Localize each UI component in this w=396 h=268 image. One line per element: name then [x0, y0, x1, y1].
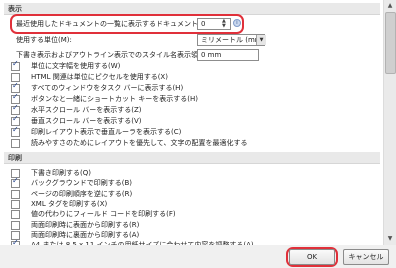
print-option-checkbox[interactable] [11, 199, 21, 209]
check-icon: ✓ [12, 238, 19, 245]
vertical-scrollbar[interactable]: ▲ ▼ [383, 0, 396, 245]
checkbox-box [11, 189, 20, 199]
print-option-label: バックグラウンドで印刷する(B) [31, 179, 132, 188]
print-section-header: 印刷 [4, 152, 380, 164]
ok-button[interactable]: OK [289, 249, 335, 265]
print-option-checkbox[interactable]: ✓ [11, 176, 21, 189]
display-option-checkbox[interactable]: ✓ [11, 125, 21, 137]
scroll-up-icon[interactable]: ▲ [386, 2, 394, 10]
scroll-down-icon[interactable]: ▼ [386, 235, 394, 243]
print-option-label: 両面印刷時に表面から印刷する(R) [31, 220, 140, 229]
units-select[interactable]: ミリメートル (mm) ▼ [197, 34, 266, 46]
display-option-label: 単位に文字幅を使用する(W) [31, 62, 121, 70]
display-option-label: 垂直スクロール バーを表示する(V) [31, 117, 142, 125]
check-icon: ✓ [12, 92, 19, 101]
display-option-label: すべてのウィンドウをタスク バーに表示する(H) [31, 84, 184, 92]
chevron-down-icon[interactable]: ▼ [256, 35, 266, 45]
scrollbar-thumb[interactable] [385, 12, 396, 74]
check-icon: ✓ [12, 125, 19, 134]
check-icon: ✓ [12, 81, 19, 90]
display-option-checkbox[interactable]: ✓ [11, 59, 21, 71]
print-option-label: XML タグを印刷する(X) [31, 199, 108, 208]
display-option-label: 読みやすさのためにレイアウトを優先して、文字の配置を最適化する [31, 139, 248, 147]
print-option-checkbox[interactable] [11, 189, 21, 199]
print-option-label: 両面印刷時に裏面から印刷する(A) [31, 230, 140, 239]
units-value: ミリメートル (mm) [201, 36, 265, 44]
style-area-input[interactable]: 0 mm [197, 49, 259, 61]
display-option-checkbox[interactable] [11, 138, 21, 148]
display-option-label: 印刷レイアウト表示で垂直ルーラを表示する(C) [31, 128, 182, 136]
highlight-ring [10, 14, 244, 34]
print-option-checkbox[interactable] [11, 220, 21, 230]
checkbox-box [11, 220, 20, 230]
style-area-label: 下書き表示およびアウトライン表示でのスタイル名表示領域(E): [16, 51, 218, 59]
check-icon: ✓ [12, 59, 19, 68]
print-option-label: A4 または 8.5 x 11 インチの用紙サイズに合わせて内容を調整する(A) [31, 240, 254, 245]
display-option-label: HTML 関連は単位にピクセルを使用する(X) [31, 73, 168, 81]
check-icon: ✓ [12, 176, 19, 186]
check-icon: ✓ [12, 114, 19, 123]
options-panel: 表示 最近使用したドキュメントの一覧に表示するドキュメントの数(R): 0 ▲ … [0, 0, 383, 245]
cancel-button[interactable]: キャンセル [343, 249, 389, 265]
check-icon: ✓ [12, 103, 19, 112]
print-option-label: 値の代わりにフィールド コードを印刷する(F) [31, 210, 176, 219]
print-option-checkbox[interactable] [11, 209, 21, 220]
display-option-label: ボタンなと一緒にショートカット キーを表示する(H) [31, 95, 198, 103]
print-option-label: ページの印刷順序を逆にする(R) [31, 189, 133, 198]
print-option-label: 下書き印刷する(Q) [31, 169, 91, 177]
checkbox-box [11, 199, 20, 209]
checkbox-box [11, 210, 20, 220]
units-label: 使用する単位(M): [16, 36, 72, 44]
display-option-label: 水平スクロール バーを表示する(Z) [31, 106, 142, 114]
print-option-checkbox[interactable]: ✓ [11, 238, 21, 245]
checkbox-box [11, 139, 20, 148]
